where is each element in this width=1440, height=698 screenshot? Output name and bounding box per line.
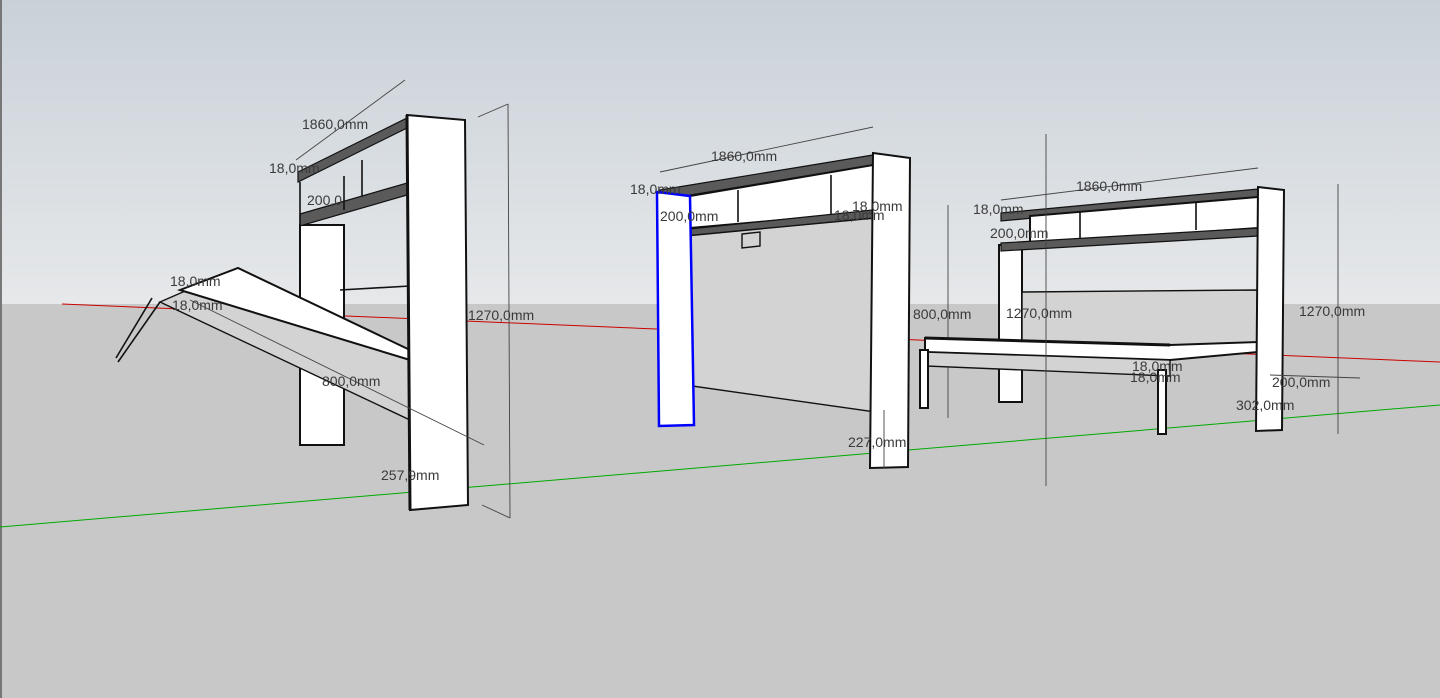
right-dim-height-center: 1270,0mm bbox=[1006, 305, 1072, 321]
middle-bed-board[interactable] bbox=[663, 217, 876, 413]
right-dim-shelf-thickness: 18,0mm bbox=[973, 201, 1024, 217]
right-dim-height-right: 1270,0mm bbox=[1299, 303, 1365, 319]
middle-dim-shelf-thickness: 18,0mm bbox=[630, 181, 681, 197]
middle-dim-width: 1860,0mm bbox=[711, 148, 777, 164]
left-dim-shelf-depth: 200,0 bbox=[307, 192, 342, 208]
left-dim-leg: 257,9mm bbox=[381, 467, 439, 483]
right-dim-frame-b: 18,0mm bbox=[1130, 369, 1181, 385]
model-canvas[interactable]: 1860,0mm 18,0mm 200,0 1270,0mm 18,0mm 18… bbox=[0, 0, 1440, 698]
left-dim-shelf-thickness: 18,0mm bbox=[269, 160, 320, 176]
middle-dim-bed-depth: 800,0mm bbox=[913, 306, 971, 322]
middle-left-post-selected[interactable] bbox=[655, 190, 696, 428]
right-dim-shelf-depth: 200,0mm bbox=[990, 225, 1048, 241]
left-dim-frame-b: 18,0mm bbox=[172, 297, 223, 313]
left-dim-frame-a: 18,0mm bbox=[170, 273, 221, 289]
right-dim-width: 1860,0mm bbox=[1076, 178, 1142, 194]
left-dim-bed-depth: 800,0mm bbox=[322, 373, 380, 389]
middle-dim-top-b: 18,0mm bbox=[834, 207, 885, 223]
left-dim-width: 1860,0mm bbox=[302, 116, 368, 132]
right-dim-leg: 302,0mm bbox=[1236, 397, 1294, 413]
left-front-panel[interactable] bbox=[405, 113, 470, 512]
right-dim-depth: 200,0mm bbox=[1272, 374, 1330, 390]
sketchup-viewport[interactable]: 1860,0mm 18,0mm 200,0 1270,0mm 18,0mm 18… bbox=[0, 0, 1440, 698]
middle-dim-base: 227,0mm bbox=[848, 434, 906, 450]
right-back-post[interactable] bbox=[998, 244, 1023, 403]
middle-dim-shelf-depth: 200,0mm bbox=[660, 208, 718, 224]
right-front-left-leg[interactable] bbox=[919, 349, 929, 409]
left-dim-height: 1270,0mm bbox=[468, 307, 534, 323]
right-right-post[interactable] bbox=[1254, 185, 1286, 433]
